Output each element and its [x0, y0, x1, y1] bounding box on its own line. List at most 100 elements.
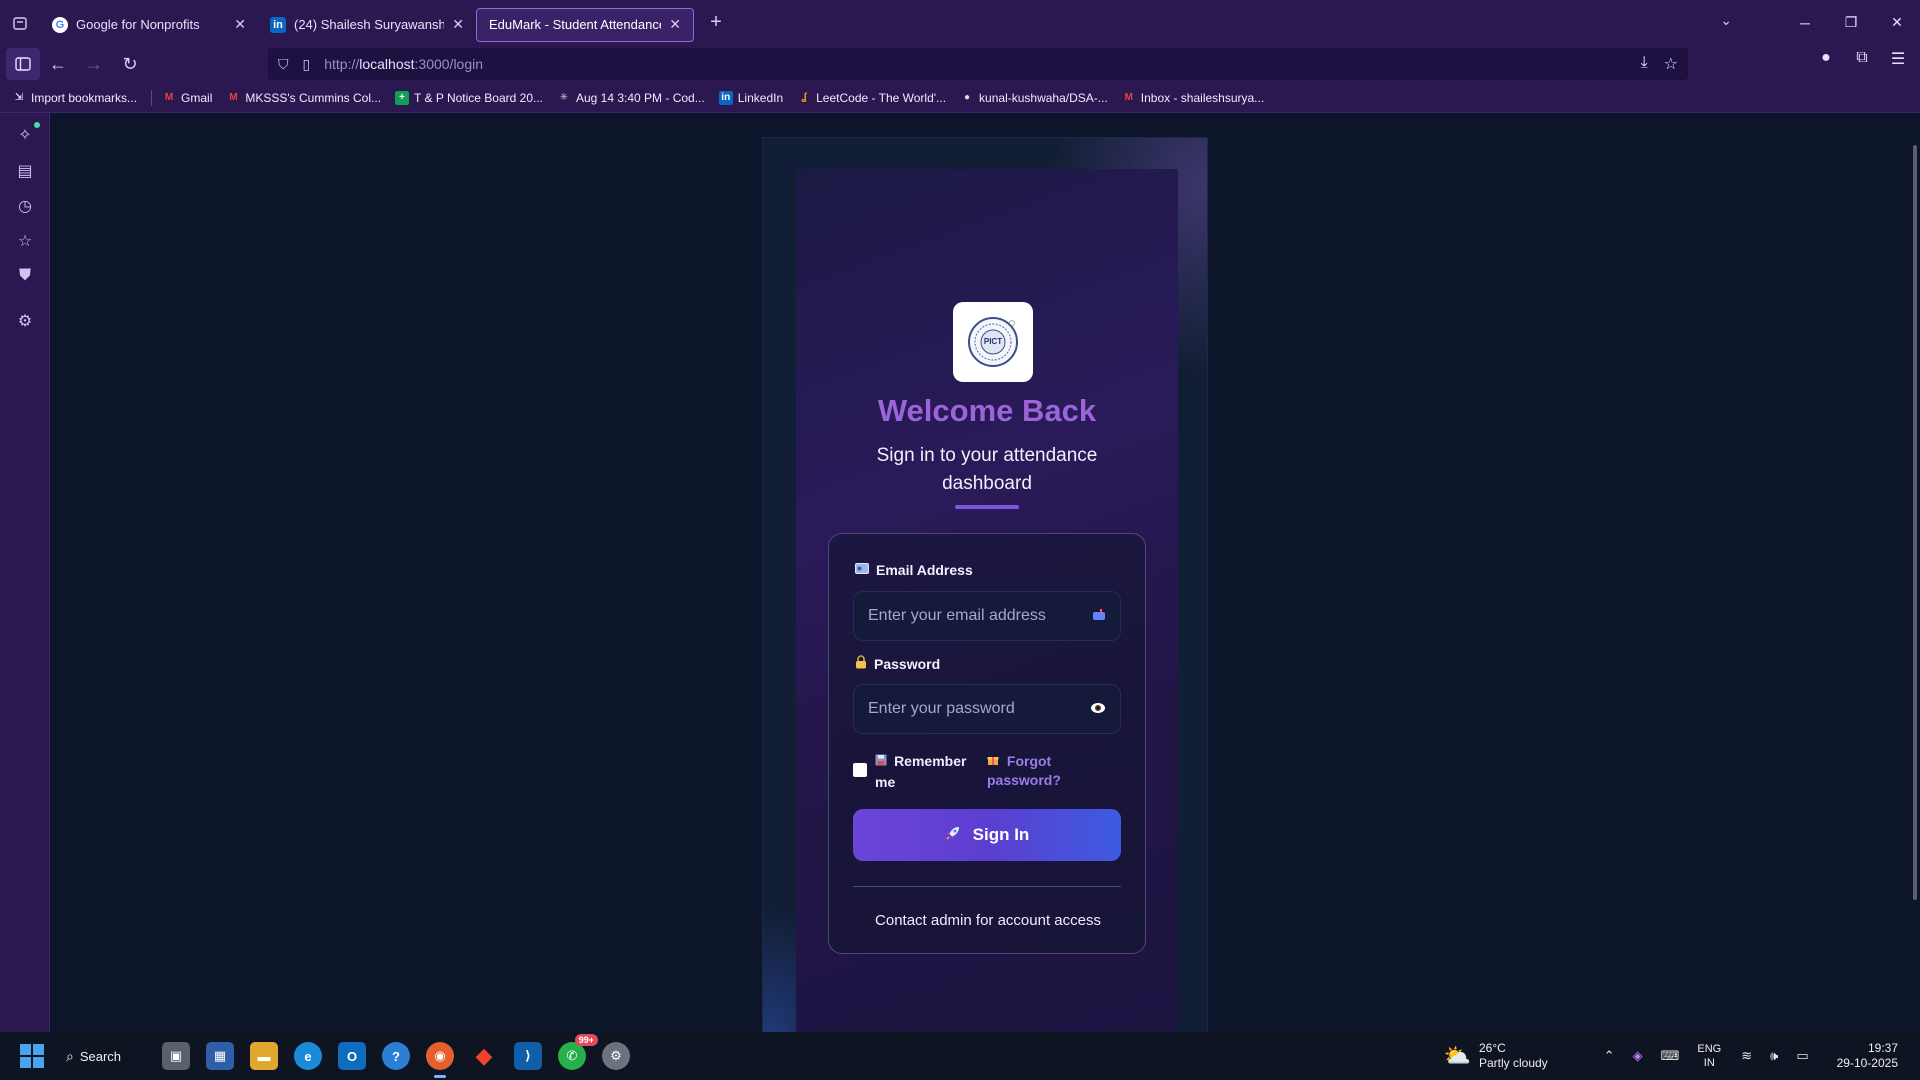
shield-extension-icon[interactable]: ⛊: [15, 266, 35, 286]
tab-overview-icon[interactable]: [0, 0, 40, 45]
language-indicator[interactable]: ENG IN: [1697, 1042, 1721, 1070]
wifi-icon[interactable]: ≋: [1741, 1048, 1752, 1064]
forgot-password-link[interactable]: Forgot password?: [987, 752, 1097, 790]
extensions-icon[interactable]: ⧉: [1850, 49, 1874, 69]
gear-icon[interactable]: ⚙: [15, 311, 35, 331]
bookmark-inbox[interactable]: M Inbox - shaileshsurya...: [1122, 90, 1265, 105]
close-icon[interactable]: ✕: [669, 16, 681, 33]
edge-icon[interactable]: e: [294, 1042, 322, 1070]
battery-icon[interactable]: ▭: [1796, 1048, 1808, 1064]
gift-icon: [987, 753, 1003, 769]
address-bar[interactable]: ⛉ ▯ http://localhost:3000/login ⤓ ☆: [268, 48, 1688, 80]
remember-me-checkbox[interactable]: [853, 763, 867, 777]
contact-admin-text: Contact admin for account access: [875, 912, 1101, 929]
history-icon[interactable]: ◷: [15, 196, 35, 216]
reload-icon[interactable]: ↻: [112, 48, 148, 80]
notification-badge: 99+: [574, 1034, 598, 1046]
email-input[interactable]: [868, 607, 1092, 625]
help-icon[interactable]: ?: [382, 1042, 410, 1070]
browser-titlebar: G Google for Nonprofits ✕ in (24) Shaile…: [0, 0, 1920, 45]
password-label-text: Password: [874, 655, 941, 672]
volume-icon[interactable]: 🕪: [1770, 1048, 1778, 1064]
eye-icon[interactable]: [1090, 701, 1106, 717]
page-viewport: PICT Welcome Back Sign in to your attend…: [51, 113, 1920, 1032]
bookmark-label: Inbox - shaileshsurya...: [1140, 90, 1265, 105]
ai-chat-icon[interactable]: ✧: [15, 125, 35, 145]
bookmark-import[interactable]: ⇲ Import bookmarks...: [12, 91, 137, 105]
bookmark-gmail[interactable]: M Gmail: [162, 91, 213, 105]
file-explorer-icon[interactable]: ▬: [250, 1042, 278, 1070]
chevron-up-icon[interactable]: ⌃: [1604, 1048, 1615, 1064]
password-field[interactable]: [853, 684, 1121, 734]
restore-icon[interactable]: ❐: [1828, 14, 1874, 31]
remember-me[interactable]: Remember me: [853, 752, 975, 792]
bookmark-aug14[interactable]: ✳ Aug 14 3:40 PM - Cod...: [557, 91, 705, 105]
notification-dot: [34, 122, 40, 128]
email-field[interactable]: [853, 591, 1121, 641]
shield-icon[interactable]: ⛉: [278, 56, 289, 73]
sign-in-button[interactable]: Sign In: [853, 809, 1121, 861]
bookmark-cummins[interactable]: M MKSSS's Cummins Col...: [226, 91, 381, 105]
email-label: Email Address: [855, 562, 973, 578]
forward-arrow-icon[interactable]: →: [76, 48, 112, 80]
weather-widget[interactable]: ⛅ 26°C Partly cloudy: [1444, 1041, 1548, 1071]
search-label: Search: [79, 1048, 122, 1064]
svg-text:PICT: PICT: [984, 337, 1002, 346]
copilot-icon[interactable]: ◈: [1633, 1048, 1643, 1064]
page-subtitle: Sign in to your attendance dashboard: [876, 445, 1098, 494]
login-panel: PICT Welcome Back Sign in to your attend…: [796, 169, 1178, 1032]
tab-linkedin[interactable]: in (24) Shailesh Suryawanshi | LinkedIn …: [258, 8, 476, 42]
bookmark-separator: [151, 89, 153, 106]
leetcode-icon: ʆ: [801, 92, 807, 103]
settings-icon[interactable]: ⚙: [602, 1042, 630, 1070]
tab-edumark[interactable]: EduMark - Student Attendance Management …: [476, 7, 694, 42]
tab-google-nonprofits[interactable]: G Google for Nonprofits ✕: [40, 8, 258, 42]
password-input[interactable]: [868, 700, 1090, 718]
bookmark-linkedin[interactable]: in LinkedIn: [718, 90, 784, 105]
windows-start-icon[interactable]: [20, 1044, 44, 1068]
toolbar-right: ● ⧉ ☰: [1814, 49, 1910, 69]
minimize-icon[interactable]: ─: [1782, 15, 1828, 31]
download-icon[interactable]: ⤓: [1641, 54, 1648, 74]
star-icon[interactable]: ☆: [1664, 54, 1678, 74]
firefox-icon[interactable]: ◉: [426, 1042, 454, 1078]
bookmark-leetcode[interactable]: ʆ LeetCode - The World'...: [797, 91, 946, 105]
chevron-down-icon[interactable]: ⌄: [1720, 12, 1732, 29]
close-icon[interactable]: ✕: [234, 16, 246, 33]
system-tray: ⛅ 26°C Partly cloudy ⌃ ◈ ⌨ ENG IN ≋ 🕪 ▭ …: [1444, 1032, 1920, 1080]
taskbar-search[interactable]: ⌕ Search: [66, 1048, 146, 1065]
bookmark-github-dsa[interactable]: ● kunal-kushwaha/DSA-...: [960, 91, 1108, 105]
back-arrow-icon[interactable]: ←: [40, 48, 76, 80]
new-tab-button[interactable]: +: [698, 5, 734, 41]
outlook-icon[interactable]: O: [338, 1042, 366, 1070]
vscode-icon[interactable]: ⟩: [514, 1042, 542, 1070]
store-icon[interactable]: ▦: [206, 1042, 234, 1070]
bookmarks-icon[interactable]: ☆: [15, 231, 35, 251]
synced-tabs-icon[interactable]: ▤: [15, 161, 35, 181]
bookmark-tp-notice[interactable]: + T & P Notice Board 20...: [395, 90, 543, 105]
whatsapp-icon[interactable]: ✆ 99+: [558, 1034, 598, 1070]
linkedin-icon: in: [270, 16, 286, 33]
gmail-icon: M: [229, 92, 238, 103]
address-bar-actions: ⤓ ☆: [1641, 54, 1678, 74]
email-label-text: Email Address: [876, 562, 973, 578]
sign-in-label: Sign In: [972, 825, 1030, 844]
close-icon[interactable]: ✕: [452, 16, 464, 33]
bookmark-label: MKSSS's Cummins Col...: [245, 90, 382, 105]
keyboard-icon[interactable]: ⌨: [1661, 1048, 1680, 1064]
task-view-icon[interactable]: ▣: [162, 1042, 190, 1070]
git-icon[interactable]: ◆: [470, 1042, 498, 1070]
menu-icon[interactable]: ☰: [1886, 49, 1910, 69]
browser-navbar: ← → ↻ ⛉ ▯ http://localhost:3000/login ⤓ …: [0, 45, 1920, 83]
page-icon[interactable]: ▯: [303, 56, 311, 73]
sidebar-toggle-icon[interactable]: [6, 48, 40, 80]
url-text[interactable]: http://localhost:3000/login: [324, 56, 1640, 72]
profile-icon[interactable]: ●: [1814, 49, 1838, 69]
close-window-icon[interactable]: ✕: [1874, 14, 1920, 31]
language-code: ENG: [1697, 1043, 1722, 1055]
bookmark-label: LinkedIn: [737, 90, 784, 105]
remember-me-label[interactable]: Remember me: [875, 752, 975, 792]
clock[interactable]: 19:37 29-10-2025: [1837, 1041, 1898, 1071]
bookmark-label: LeetCode - The World'...: [816, 90, 947, 105]
scrollbar[interactable]: [1913, 145, 1917, 900]
